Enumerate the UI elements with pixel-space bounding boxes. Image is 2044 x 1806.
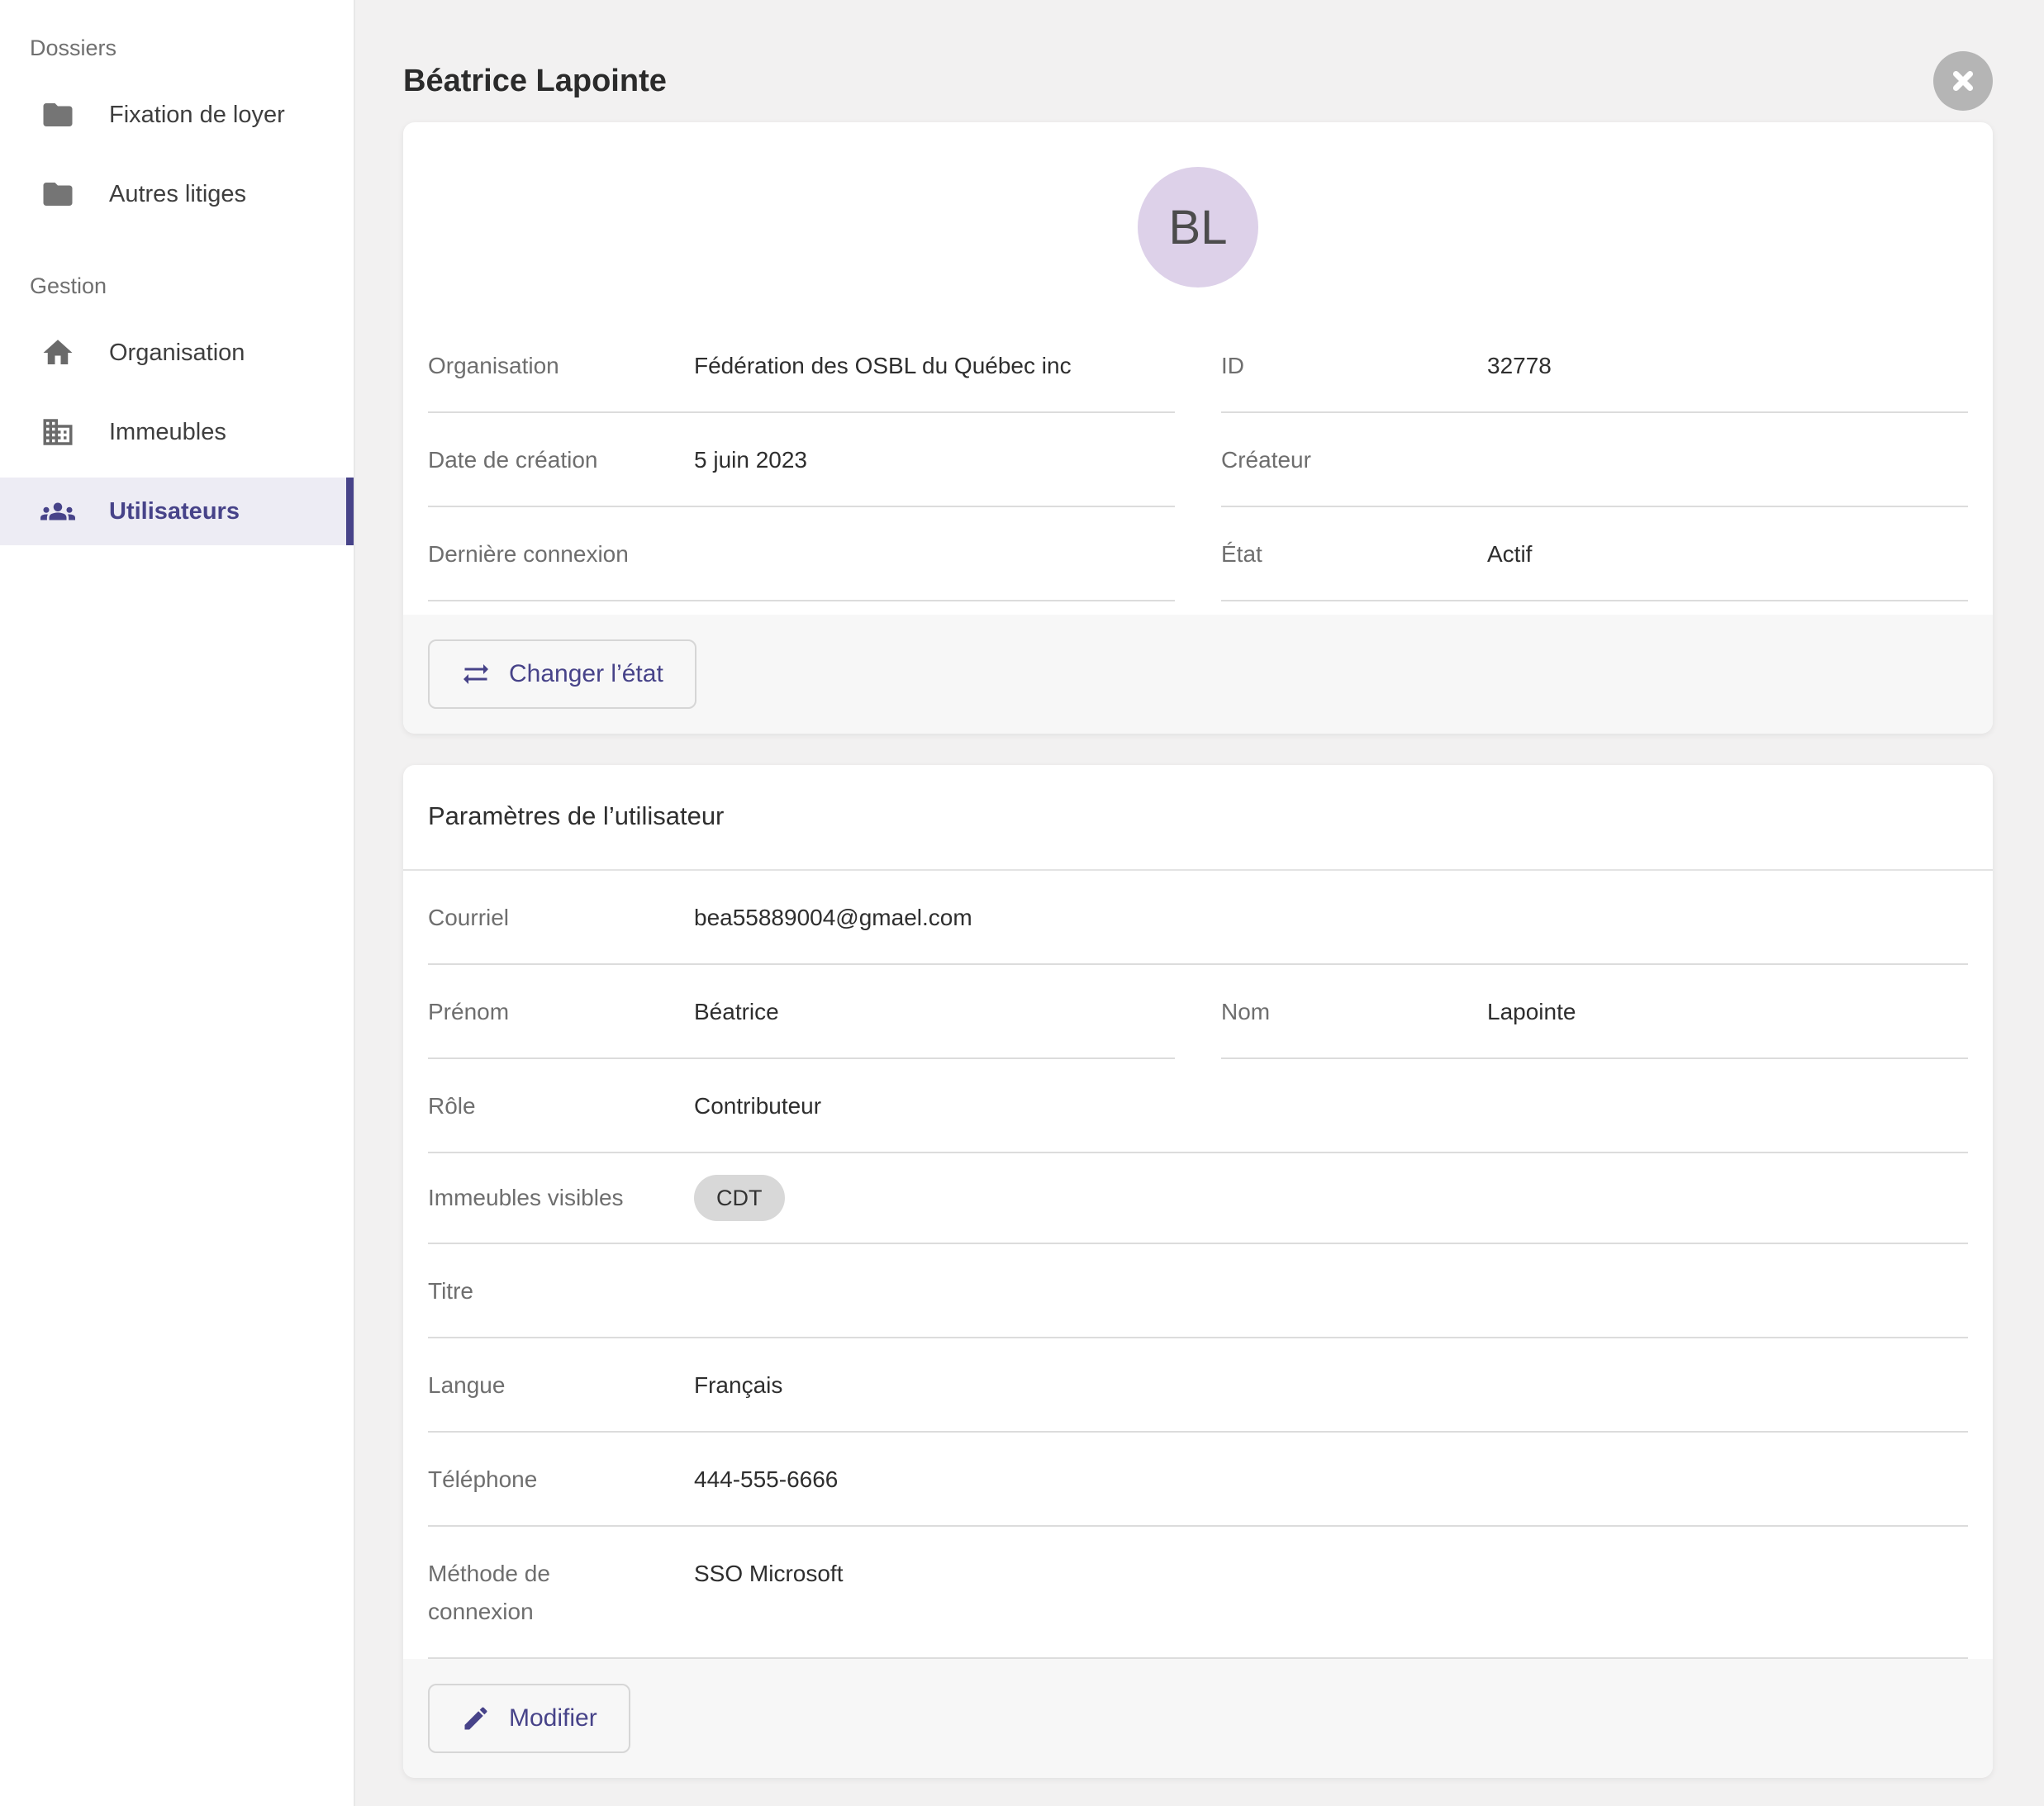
field-etat: État Actif [1221,507,1968,601]
field-label: Organisation [428,347,694,385]
field-value: Français [694,1366,782,1404]
field-label: Titre [428,1272,694,1310]
close-icon [1949,67,1977,95]
sidebar-item-label: Fixation de loyer [109,102,285,129]
field-organisation: Organisation Fédération des OSBL du Québ… [428,319,1175,413]
sidebar-item-label: Autres litiges [109,181,246,208]
field-label: État [1221,535,1487,573]
field-label: Nom [1221,993,1487,1031]
profile-card: BL Organisation Fédération des OSBL du Q… [403,122,1993,734]
avatar: BL [1138,167,1258,288]
field-createur: Créateur [1221,413,1968,507]
field-value: 444-555-6666 [694,1461,838,1499]
profile-fields: Organisation Fédération des OSBL du Québ… [428,319,1968,615]
sidebar-section-dossiers: Dossiers [0,31,354,64]
detail-header: Béatrice Lapointe [403,50,1993,112]
sidebar-item-autres-litiges[interactable]: Autres litiges [0,160,354,228]
field-value: 32778 [1487,347,1552,385]
field-label: Prénom [428,993,694,1031]
field-derniere-connexion: Dernière connexion [428,507,1175,601]
field-label: Téléphone [428,1461,694,1499]
row-telephone: Téléphone 444-555-6666 [428,1433,1968,1527]
email-value: bea55889004@gmael.com [694,899,972,937]
row-role: Rôle Contributeur [428,1059,1968,1153]
building-icon [40,414,76,450]
field-label: ID [1221,347,1487,385]
page-title: Béatrice Lapointe [403,64,667,99]
field-date-de-creation: Date de création 5 juin 2023 [428,413,1175,507]
field-label: Rôle [428,1087,694,1125]
sidebar-item-immeubles[interactable]: Immeubles [0,398,354,466]
sidebar-item-label: Immeubles [109,419,226,446]
swap-arrows-icon [461,659,491,689]
sidebar-item-fixation-de-loyer[interactable]: Fixation de loyer [0,81,354,149]
change-state-label: Changer l’état [509,660,663,688]
close-button[interactable] [1933,51,1993,111]
sidebar-section-gestion: Gestion [0,269,354,302]
field-value: Fédération des OSBL du Québec inc [694,347,1072,385]
field-value: 5 juin 2023 [694,441,807,479]
field-nom: Nom Lapointe [1221,965,1968,1059]
sidebar: Dossiers Fixation de loyer Autres litige… [0,0,355,1806]
sidebar-item-organisation[interactable]: Organisation [0,319,354,387]
sidebar-item-label: Utilisateurs [109,498,240,525]
pencil-icon [461,1704,491,1733]
row-courriel: Courriel bea55889004@gmael.com [428,871,1968,965]
sidebar-item-label: Organisation [109,340,245,367]
status-value: Actif [1487,535,1532,573]
field-value: Contributeur [694,1087,821,1125]
field-label: Créateur [1221,441,1487,479]
field-value: SSO Microsoft [694,1555,843,1593]
field-prenom: Prénom Béatrice [428,965,1175,1059]
row-methode-de-connexion: Méthode de connexion SSO Microsoft [428,1527,1968,1659]
main-panel: Béatrice Lapointe BL Organisation Fédéra… [355,0,2044,1806]
field-label: Courriel [428,899,694,937]
app-window: Dossiers Fixation de loyer Autres litige… [0,0,2044,1806]
folder-icon [40,97,76,133]
row-titre: Titre [428,1244,1968,1338]
field-label: Langue [428,1366,694,1404]
home-icon [40,335,76,371]
settings-card: Paramètres de l’utilisateur Courriel bea… [403,765,1993,1778]
row-immeubles-visibles: Immeubles visibles CDT [428,1153,1968,1244]
profile-card-footer: Changer l’état [403,615,1993,734]
field-value: Béatrice [694,993,779,1031]
edit-button[interactable]: Modifier [428,1684,630,1753]
settings-card-title: Paramètres de l’utilisateur [403,765,1993,871]
field-label: Dernière connexion [428,535,694,573]
field-id: ID 32778 [1221,319,1968,413]
change-state-button[interactable]: Changer l’état [428,639,696,709]
users-icon [40,493,76,530]
field-value: Lapointe [1487,993,1576,1031]
folder-icon [40,176,76,212]
row-prenom-nom: Prénom Béatrice Nom Lapointe [428,965,1968,1059]
edit-label: Modifier [509,1704,597,1732]
row-langue: Langue Français [428,1338,1968,1433]
field-label: Date de création [428,441,694,479]
field-label: Immeubles visibles [428,1179,694,1217]
field-label: Méthode de connexion [428,1555,694,1631]
sidebar-item-utilisateurs[interactable]: Utilisateurs [0,478,354,545]
building-badge: CDT [694,1175,785,1221]
settings-card-footer: Modifier [403,1659,1993,1778]
avatar-row: BL [428,122,1968,288]
